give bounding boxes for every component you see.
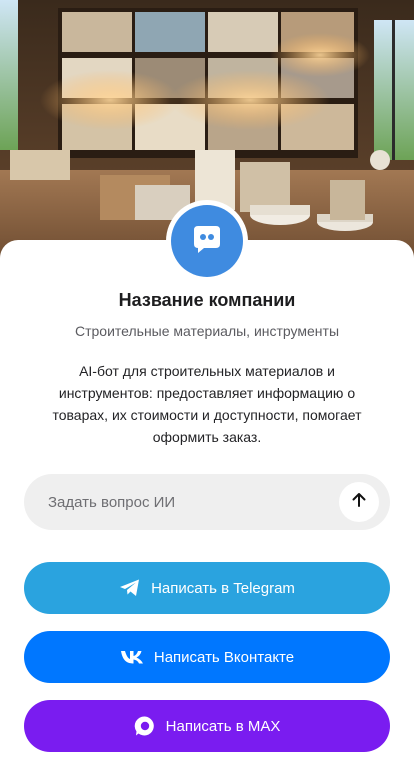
vk-button-label: Написать Вконтакте [153, 648, 295, 666]
company-title: Название компании [118, 290, 296, 310]
telegram-button-label: Написать в Telegram [151, 579, 295, 597]
avatar [171, 205, 243, 277]
ask-ai-field [24, 474, 390, 530]
vk-button[interactable]: Написать Вконтакте [24, 631, 390, 683]
telegram-icon [119, 578, 141, 598]
company-description: AI-бот для строительных материалов и инс… [52, 363, 362, 445]
max-icon [134, 715, 156, 737]
vk-icon [120, 650, 144, 664]
telegram-button[interactable]: Написать в Telegram [24, 562, 390, 614]
ask-ai-input[interactable] [48, 474, 348, 530]
max-button[interactable]: Написать в MAX [24, 700, 390, 752]
chat-bot-icon [190, 222, 224, 261]
max-button-label: Написать в MAX [165, 717, 281, 735]
arrow-up-icon [350, 491, 368, 514]
send-button[interactable] [339, 482, 379, 522]
company-subtitle: Строительные материалы, инструменты [74, 323, 340, 339]
